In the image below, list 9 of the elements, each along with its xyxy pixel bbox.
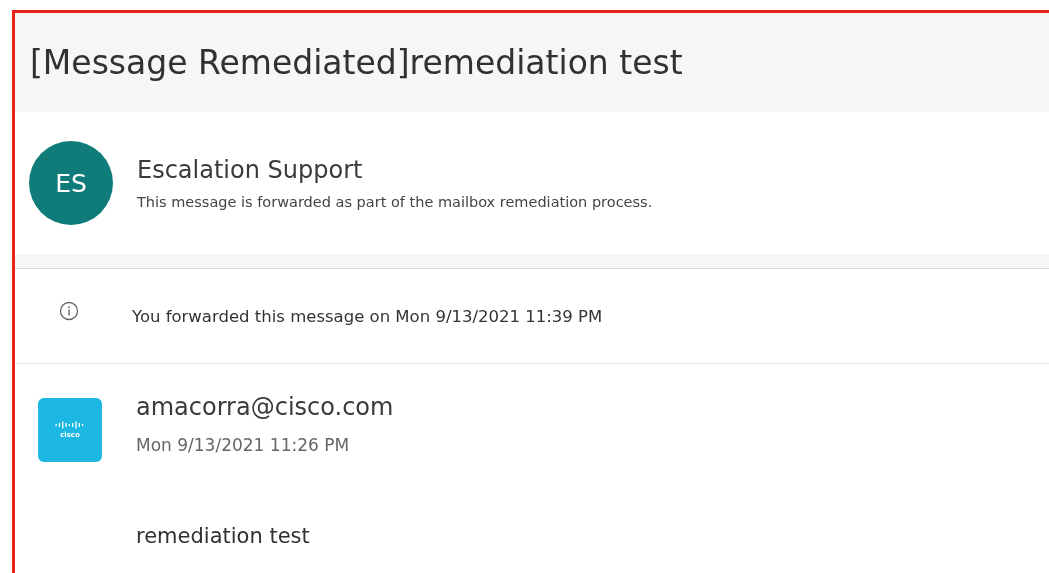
message-subject: [Message Remediated]remediation test <box>30 43 683 82</box>
info-text: You forwarded this message on Mon 9/13/2021 11:39 PM <box>132 306 603 326</box>
message-date: Mon 9/13/2021 11:26 PM <box>136 435 351 455</box>
sender-email: amacorra@cisco.com <box>136 393 394 421</box>
message-body: remediation test <box>135 523 311 548</box>
avatar: ES <box>29 141 113 225</box>
notice-text: This message is forwarded as part of the mailbox remediation process. <box>137 194 653 210</box>
info-icon <box>59 301 79 321</box>
sender-name: Escalation Support <box>137 156 364 184</box>
